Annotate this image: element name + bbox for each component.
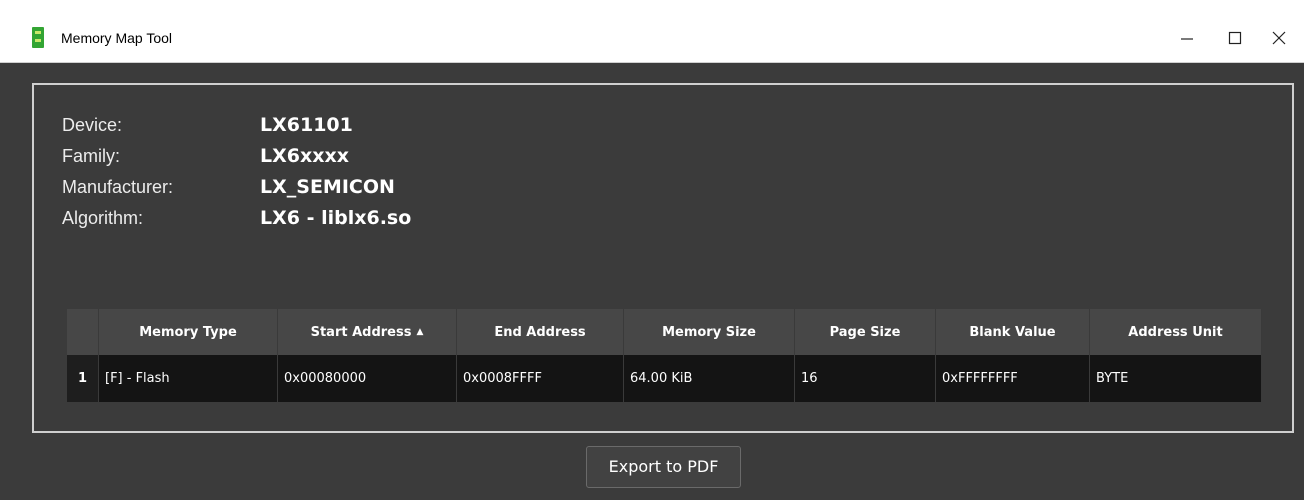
memory-map-table: Memory Type Start Address ▲ End Address M…: [67, 309, 1262, 402]
algorithm-label: Algorithm:: [62, 208, 144, 228]
start-address-cell[interactable]: 0x00080000: [277, 355, 457, 402]
column-header-start-address[interactable]: Start Address ▲: [277, 309, 457, 355]
family-label: Family:: [62, 146, 120, 166]
sort-ascending-icon: ▲: [416, 326, 424, 337]
blank-value-cell[interactable]: 0xFFFFFFFF: [935, 355, 1090, 402]
export-to-pdf-button[interactable]: Export to PDF: [586, 446, 741, 488]
column-header-label: Page Size: [829, 324, 901, 340]
maximize-button[interactable]: [1212, 18, 1258, 58]
row-number: 1: [67, 355, 99, 402]
column-header-label: Memory Size: [662, 324, 756, 340]
memory-size-cell[interactable]: 64.00 KiB: [623, 355, 795, 402]
end-address-cell[interactable]: 0x0008FFFF: [456, 355, 624, 402]
column-header-label: End Address: [494, 324, 586, 340]
table-header-row: Memory Type Start Address ▲ End Address M…: [67, 309, 1262, 355]
algorithm-value: LX6 - liblx6.so: [260, 207, 412, 229]
page-size-cell[interactable]: 16: [794, 355, 936, 402]
memory-type-cell[interactable]: [F] - Flash: [98, 355, 278, 402]
minimize-button[interactable]: [1164, 18, 1210, 58]
column-header-label: Address Unit: [1128, 324, 1223, 340]
column-header-end-address[interactable]: End Address: [456, 309, 624, 355]
manufacturer-value: LX_SEMICON: [260, 176, 395, 198]
maximize-icon: [1228, 31, 1242, 45]
column-header-blank-value[interactable]: Blank Value: [935, 309, 1090, 355]
column-header-memory-type[interactable]: Memory Type: [98, 309, 278, 355]
family-value: LX6xxxx: [260, 145, 349, 167]
column-header-label: Memory Type: [139, 324, 237, 340]
column-header-label: Start Address: [310, 324, 412, 340]
device-value: LX61101: [260, 114, 353, 136]
window-title: Memory Map Tool: [61, 30, 173, 46]
table-row[interactable]: 1 [F] - Flash 0x00080000 0x0008FFFF 64.0…: [67, 355, 1262, 402]
column-header-address-unit[interactable]: Address Unit: [1089, 309, 1262, 355]
memory-chip-icon: [32, 27, 44, 48]
column-header-label: Blank Value: [969, 324, 1056, 340]
title-bar[interactable]: Memory Map Tool: [0, 0, 1304, 63]
close-button[interactable]: [1256, 18, 1302, 58]
column-header-memory-size[interactable]: Memory Size: [623, 309, 795, 355]
address-unit-cell[interactable]: BYTE: [1089, 355, 1262, 402]
device-info-panel: Device: LX61101 Family: LX6xxxx Manufact…: [32, 83, 1294, 433]
column-header-page-size[interactable]: Page Size: [794, 309, 936, 355]
memory-map-window: Memory Map Tool Device: LX61101 Family: …: [0, 0, 1304, 500]
row-number-header: [67, 309, 99, 355]
device-label: Device:: [62, 115, 123, 135]
manufacturer-label: Manufacturer:: [62, 177, 174, 197]
close-icon: [1272, 31, 1286, 45]
minimize-icon: [1181, 38, 1193, 40]
